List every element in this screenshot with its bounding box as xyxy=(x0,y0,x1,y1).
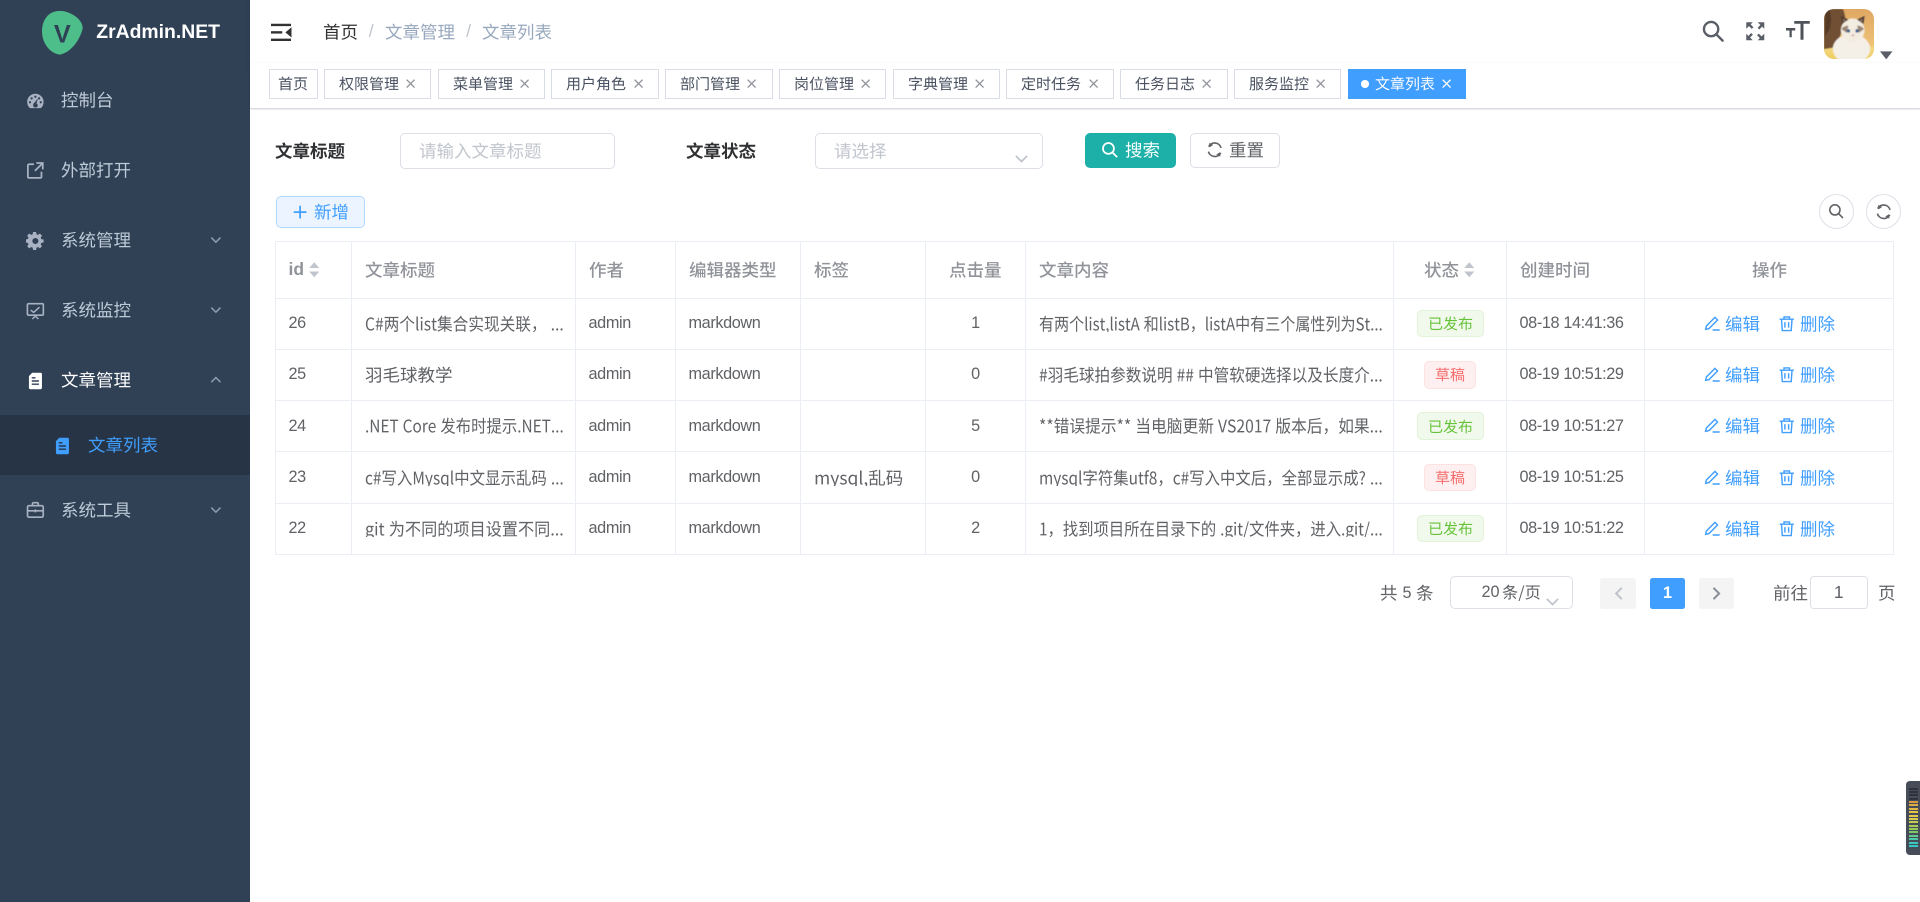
svg-text:V: V xyxy=(54,21,71,49)
